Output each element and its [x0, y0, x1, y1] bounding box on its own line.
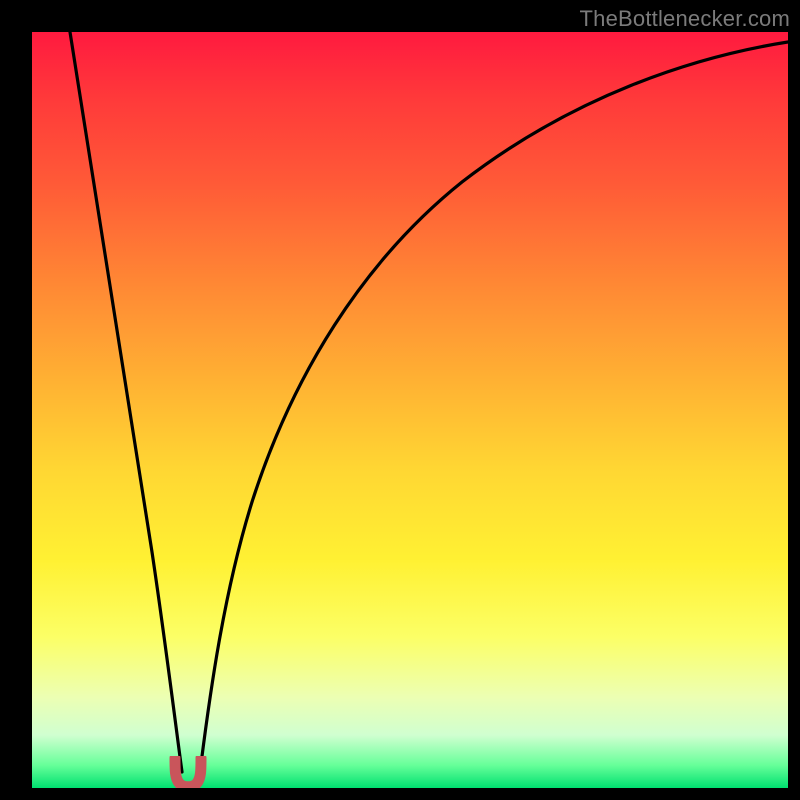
chart-frame: TheBottlenecker.com [0, 0, 800, 800]
attribution-label: TheBottlenecker.com [580, 6, 790, 32]
bottleneck-curve [32, 32, 788, 788]
plot-area [32, 32, 788, 788]
